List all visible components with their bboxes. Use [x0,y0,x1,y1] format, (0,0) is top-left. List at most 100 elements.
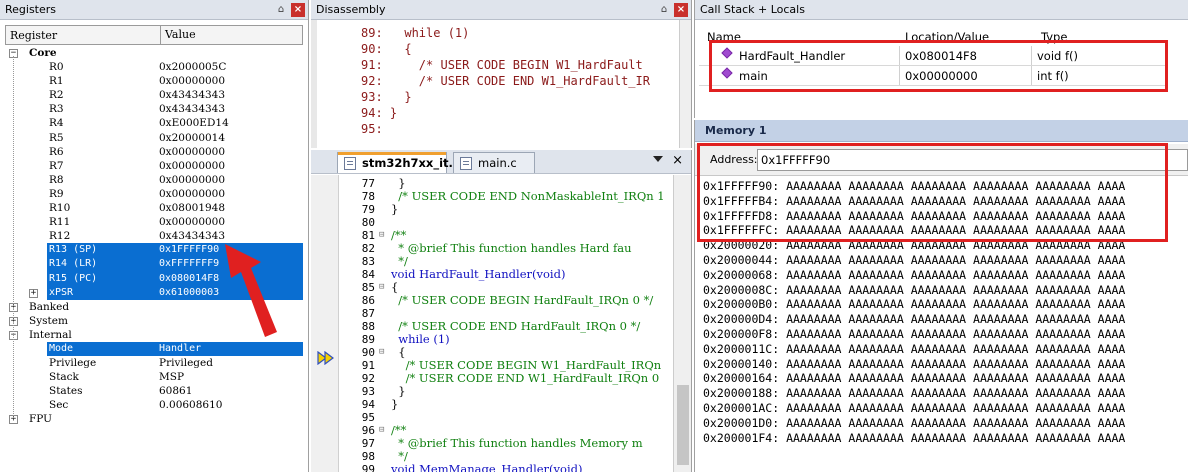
internal-value[interactable]: 60861 [159,384,192,398]
register-value[interactable]: 0x00000000 [159,145,225,159]
memory-view[interactable]: 0x1FFFFF90: AAAAAAAA AAAAAAAA AAAAAAAA A… [695,177,1188,472]
fold-icon[interactable]: ⊟ [379,229,389,242]
memory-line[interactable]: 0x200000B0: AAAAAAAA AAAAAAAA AAAAAAAA A… [703,297,1125,312]
memory-line[interactable]: 0x200000F8: AAAAAAAA AAAAAAAA AAAAAAAA A… [703,327,1125,342]
register-value[interactable]: 0x00000000 [159,187,225,201]
disassembly-line[interactable]: 89: while (1) [361,26,469,42]
register-row[interactable]: R0 0x2000005C [5,60,303,74]
pin-icon[interactable]: ⌂ [274,3,288,17]
internal-value[interactable]: 0.00608610 [159,398,222,412]
expand-icon[interactable]: + [29,288,38,298]
close-icon[interactable]: × [674,2,688,17]
memory-line[interactable]: 0x20000140: AAAAAAAA AAAAAAAA AAAAAAAA A… [703,357,1125,372]
disassembly-line[interactable]: 95: [361,122,383,138]
memory-line[interactable]: 0x2000011C: AAAAAAAA AAAAAAAA AAAAAAAA A… [703,342,1125,357]
internal-row[interactable]: Sec 0.00608610 [5,398,303,412]
register-value[interactable]: 0x43434343 [159,88,225,102]
internal-row[interactable]: Privilege Privileged [5,356,303,370]
code-line[interactable]: } [391,203,398,216]
register-row[interactable]: R3 0x43434343 [5,102,303,116]
register-value[interactable]: 0x61000003 [159,286,219,300]
tab-stm32h7xx_it-c[interactable]: stm32h7xx_it.c [337,152,460,173]
register-row[interactable]: R9 0x00000000 [5,187,303,201]
memory-line[interactable]: 0x1FFFFFD8: AAAAAAAA AAAAAAAA AAAAAAAA A… [703,209,1125,224]
editor-scroll-thumb[interactable] [677,385,689,465]
pin-icon[interactable]: ⌂ [657,3,671,17]
close-tab-icon[interactable]: × [672,153,683,168]
memory-line[interactable]: 0x20000020: AAAAAAAA AAAAAAAA AAAAAAAA A… [703,238,1125,253]
fold-icon[interactable]: ⊟ [379,346,389,359]
register-row[interactable]: R1 0x00000000 [5,74,303,88]
code-line[interactable]: /* USER CODE BEGIN HardFault_IRQn 0 */ [391,294,653,307]
tab-list-dropdown-icon[interactable] [653,156,663,162]
register-value[interactable]: 0x08001948 [159,201,225,215]
disassembly-line[interactable]: 90: { [361,42,412,58]
register-row[interactable]: R4 0xE000ED14 [5,116,303,130]
callstack-row[interactable]: main 0x00000000 int f() [699,66,1166,86]
register-row[interactable]: R8 0x00000000 [5,173,303,187]
memory-line[interactable]: 0x2000008C: AAAAAAAA AAAAAAAA AAAAAAAA A… [703,283,1125,298]
col-register[interactable]: Register [10,29,57,42]
code-line[interactable]: } [391,398,398,411]
memory-line[interactable]: 0x200001D0: AAAAAAAA AAAAAAAA AAAAAAAA A… [703,416,1125,431]
editor-margin[interactable] [311,175,339,472]
fold-icon[interactable]: ⊟ [379,281,389,294]
code-line[interactable]: void MemManage_Handler(void) [391,463,582,472]
editor-scrollbar[interactable] [673,175,691,472]
memory-line[interactable]: 0x20000164: AAAAAAAA AAAAAAAA AAAAAAAA A… [703,371,1125,386]
register-value[interactable]: 0x20000014 [159,131,225,145]
internal-value[interactable]: MSP [159,370,184,384]
disassembly-line[interactable]: 92: /* USER CODE END W1_HardFault_IR [361,74,650,90]
register-value[interactable]: 0x2000005C [159,60,226,74]
memory-line[interactable]: 0x200000D4: AAAAAAAA AAAAAAAA AAAAAAAA A… [703,312,1125,327]
code-editor[interactable]: 77 } 78 /* USER CODE END NonMaskableInt_I… [311,175,673,472]
register-row[interactable]: R7 0x00000000 [5,159,303,173]
register-value[interactable]: 0xFFFFFFF9 [159,257,219,271]
col-value[interactable]: Value [160,26,196,44]
memory-line[interactable]: 0x200001AC: AAAAAAAA AAAAAAAA AAAAAAAA A… [703,401,1125,416]
register-value[interactable]: 0x43434343 [159,102,225,116]
col-type[interactable]: Type [1041,30,1067,44]
register-row[interactable]: R10 0x08001948 [5,201,303,215]
col-location[interactable]: Location/Value [905,30,989,44]
code-line[interactable]: * @brief This function handles Memory m [391,437,642,450]
code-line[interactable]: /* USER CODE END NonMaskableInt_IRQn 1 [391,190,664,203]
internal-row[interactable]: Stack MSP [5,370,303,384]
address-input[interactable]: 0x1FFFFF90 [757,149,1188,171]
internal-value[interactable]: Handler [159,342,201,356]
code-line[interactable]: * @brief This function handles Hard fau [391,242,631,255]
register-value[interactable]: 0x00000000 [159,215,225,229]
disassembly-scrollbar[interactable] [679,20,691,148]
memory-line[interactable]: 0x200001F4: AAAAAAAA AAAAAAAA AAAAAAAA A… [703,431,1125,446]
disassembly-view[interactable]: 89: while (1) 90: {91: /* USER CODE BEGIN… [311,20,679,148]
disassembly-line[interactable]: 91: /* USER CODE BEGIN W1_HardFault [361,58,643,74]
register-value[interactable]: 0xE000ED14 [159,116,229,130]
tab-main-c[interactable]: main.c [453,152,535,173]
register-group-fpu[interactable]: + FPU [5,412,303,426]
disassembly-line[interactable]: 93: } [361,90,412,106]
register-value[interactable]: 0x00000000 [159,74,225,88]
register-row[interactable]: R5 0x20000014 [5,131,303,145]
code-line[interactable]: void HardFault_Handler(void) [391,268,565,281]
col-name[interactable]: Name [707,30,741,44]
internal-row[interactable]: States 60861 [5,384,303,398]
register-value[interactable]: 0x00000000 [159,159,225,173]
code-line[interactable]: /* USER CODE END W1_HardFault_IRQn 0 [391,372,660,385]
register-group-core[interactable]: − Core [5,46,303,60]
callstack-row[interactable]: HardFault_Handler 0x080014F8 void f() [699,46,1166,66]
register-row[interactable]: R11 0x00000000 [5,215,303,229]
memory-line[interactable]: 0x1FFFFF90: AAAAAAAA AAAAAAAA AAAAAAAA A… [703,179,1125,194]
register-value[interactable]: 0x1FFFFF90 [159,243,219,257]
memory-line[interactable]: 0x20000068: AAAAAAAA AAAAAAAA AAAAAAAA A… [703,268,1125,283]
memory-line[interactable]: 0x1FFFFFB4: AAAAAAAA AAAAAAAA AAAAAAAA A… [703,194,1125,209]
memory-line[interactable]: 0x20000044: AAAAAAAA AAAAAAAA AAAAAAAA A… [703,253,1125,268]
register-row[interactable]: R2 0x43434343 [5,88,303,102]
disassembly-line[interactable]: 94: } [361,106,397,122]
memory-line[interactable]: 0x20000188: AAAAAAAA AAAAAAAA AAAAAAAA A… [703,386,1125,401]
memory-line[interactable]: 0x1FFFFFFC: AAAAAAAA AAAAAAAA AAAAAAAA A… [703,223,1125,238]
internal-value[interactable]: Privileged [159,356,213,370]
register-row[interactable]: R6 0x00000000 [5,145,303,159]
close-icon[interactable]: × [291,2,305,17]
register-value[interactable]: 0x080014F8 [159,272,219,286]
register-value[interactable]: 0x00000000 [159,173,225,187]
